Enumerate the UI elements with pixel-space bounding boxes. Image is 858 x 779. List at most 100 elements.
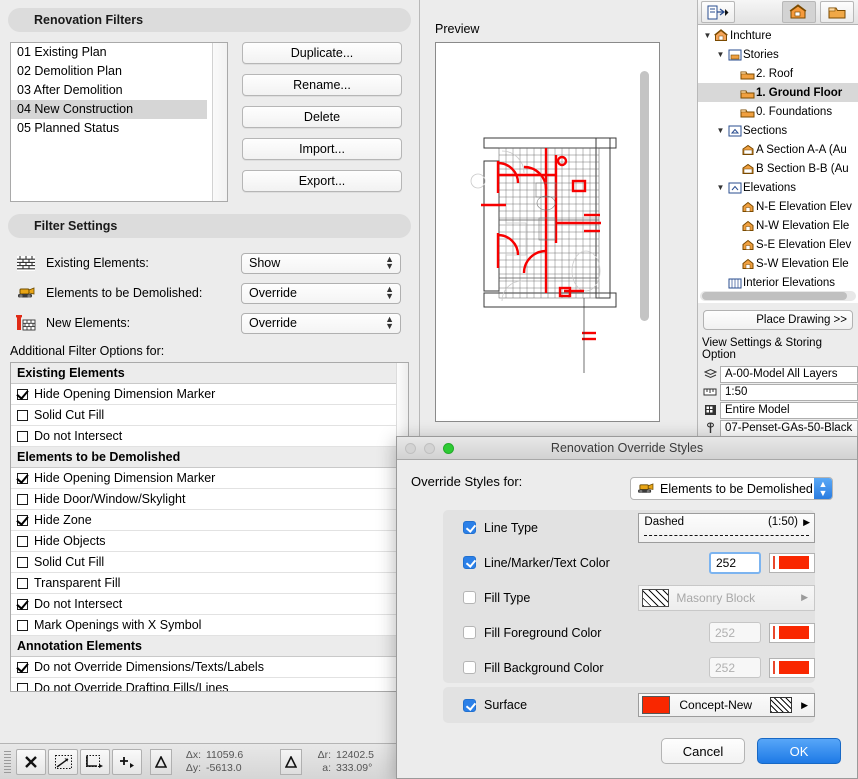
tree-item-interior-elevations[interactable]: Interior Elevations [698,273,858,292]
chevron-down-icon[interactable]: ▼ [715,183,726,192]
tree-item-s-e-elevation-elev[interactable]: S-E Elevation Elev [698,235,858,254]
option-checkbox[interactable] [17,514,28,526]
filter-item-3[interactable]: 04 New Construction [11,100,207,119]
chevron-down-icon[interactable]: ▼ [702,31,713,40]
tree-item-1-ground-floor[interactable]: 1. Ground Floor [698,83,858,102]
chevron-down-icon[interactable]: ▼ [715,126,726,135]
option-checkbox[interactable] [17,577,28,589]
tree-item-n-w-elevation-ele[interactable]: N-W Elevation Ele [698,216,858,235]
cancel-button[interactable]: Cancel [661,738,745,764]
export-button[interactable]: Export... [242,170,402,192]
view-setting-value[interactable]: A-00-Model All Layers [720,365,858,383]
view-setting-value[interactable]: 1:50 [720,383,858,401]
minimize-icon[interactable] [424,443,435,454]
offset-icon[interactable] [112,748,142,775]
marquee-icon[interactable] [80,748,110,775]
delete-button[interactable]: Delete [242,106,402,128]
fill-background-pen-input[interactable]: 252 [709,657,761,678]
dr-value[interactable]: 12402.5 [336,749,402,762]
tree-item-elevations[interactable]: ▼ Elevations [698,178,858,197]
tree-item-2-roof[interactable]: 2. Roof [698,64,858,83]
tree-item-b-section-b-b-au[interactable]: B Section B-B (Au [698,159,858,178]
tree-item-a-section-a-a-au[interactable]: A Section A-A (Au [698,140,858,159]
project-map-tab[interactable] [782,1,816,23]
fill-type-field[interactable]: Masonry Block ▶ [638,584,815,611]
navigator-preview-button[interactable] [701,1,735,23]
tree-item-n-e-elevation-elev[interactable]: N-E Elevation Elev [698,197,858,216]
option-row[interactable]: Hide Opening Dimension Marker [11,384,408,405]
option-row[interactable]: Do not Intersect [11,594,408,615]
option-row[interactable]: Solid Cut Fill [11,552,408,573]
place-drawing-button[interactable]: Place Drawing >> [703,310,853,330]
option-row[interactable]: Hide Objects [11,531,408,552]
option-checkbox[interactable] [17,556,28,568]
filter-item-0[interactable]: 01 Existing Plan [11,43,207,62]
option-row[interactable]: Do not Intersect [11,426,408,447]
option-row[interactable]: Hide Opening Dimension Marker [11,468,408,489]
fill-type-checkbox[interactable] [463,591,476,604]
line-type-field[interactable]: Dashed (1:50) ▶ [638,512,815,543]
option-checkbox[interactable] [17,619,28,631]
new-elements-select[interactable]: Override ▲ ▼ [241,312,401,334]
option-checkbox[interactable] [17,682,28,691]
line-color-pen-input[interactable]: 252 [709,551,761,574]
tree-item-s-w-elevation-ele[interactable]: S-W Elevation Ele [698,254,858,273]
additional-options-list[interactable]: Existing Elements Hide Opening Dimension … [10,362,409,692]
fill-background-swatch[interactable] [769,657,815,678]
dx-value[interactable]: 11059.6 [206,749,272,762]
existing-elements-select[interactable]: Show ▲ ▼ [241,252,401,274]
zoom-icon[interactable] [443,443,454,454]
filters-list[interactable]: 01 Existing Plan 02 Demolition Plan 03 A… [10,42,228,202]
tree-item-sections[interactable]: ▼ Sections [698,121,858,140]
override-for-select[interactable]: Elements to be Demolished ▲ ▼ [630,477,833,500]
option-checkbox[interactable] [17,388,28,400]
tree-item-stories[interactable]: ▼ Stories [698,45,858,64]
preview-scrollbar[interactable] [640,71,649,321]
preview-image[interactable] [435,42,660,422]
option-row[interactable]: Hide Zone [11,510,408,531]
close-icon[interactable] [405,443,416,454]
tree-item-inchture[interactable]: ▼ Inchture [698,26,858,45]
surface-checkbox[interactable] [463,698,476,712]
snap-line-icon[interactable] [48,748,78,775]
fill-background-checkbox[interactable] [463,661,476,674]
option-row[interactable]: Do not Override Dimensions/Texts/Labels [11,657,408,678]
filter-item-1[interactable]: 02 Demolition Plan [11,62,207,81]
fill-foreground-swatch[interactable] [769,622,815,643]
view-map-tab[interactable] [820,1,854,23]
line-color-swatch[interactable] [769,552,815,573]
filter-item-4[interactable]: 05 Planned Status [11,119,207,138]
option-checkbox[interactable] [17,661,28,673]
ok-button[interactable]: OK [757,738,841,764]
option-row[interactable]: Hide Door/Window/Skylight [11,489,408,510]
filters-list-scrollbar[interactable] [212,43,227,201]
option-checkbox[interactable] [17,598,28,610]
angle-value[interactable]: 333.09° [336,762,402,775]
line-type-checkbox[interactable] [463,521,476,534]
option-checkbox[interactable] [17,472,28,484]
dy-value[interactable]: -5613.0 [206,762,272,775]
option-checkbox[interactable] [17,535,28,547]
rename-button[interactable]: Rename... [242,74,402,96]
option-checkbox[interactable] [17,409,28,421]
chevron-down-icon[interactable]: ▼ [715,50,726,59]
duplicate-button[interactable]: Duplicate... [242,42,402,64]
option-row[interactable]: Mark Openings with X Symbol [11,615,408,636]
option-row[interactable]: Solid Cut Fill [11,405,408,426]
import-button[interactable]: Import... [242,138,402,160]
option-row[interactable]: Transparent Fill [11,573,408,594]
view-setting-value[interactable]: Entire Model [720,401,858,419]
tree-item-0-foundations[interactable]: 0. Foundations [698,102,858,121]
view-setting-value[interactable]: 07-Penset-GAs-50-Black [720,419,858,437]
filter-item-2[interactable]: 03 After Demolition [11,81,207,100]
option-row[interactable]: Do not Override Drafting Fills/Lines [11,678,408,691]
line-color-checkbox[interactable] [463,556,476,569]
navigator-tree-hscrollbar[interactable] [700,291,856,301]
surface-field[interactable]: Concept-New ▶ [638,693,815,717]
demolished-elements-select[interactable]: Override ▲ ▼ [241,282,401,304]
dialog-titlebar[interactable]: Renovation Override Styles [397,437,857,460]
navigator-tree[interactable]: ▼ Inchture ▼ Stories 2. Roof 1. Ground Floor 0… [698,25,858,303]
fill-foreground-checkbox[interactable] [463,626,476,639]
fill-foreground-pen-input[interactable]: 252 [709,622,761,643]
option-checkbox[interactable] [17,430,28,442]
